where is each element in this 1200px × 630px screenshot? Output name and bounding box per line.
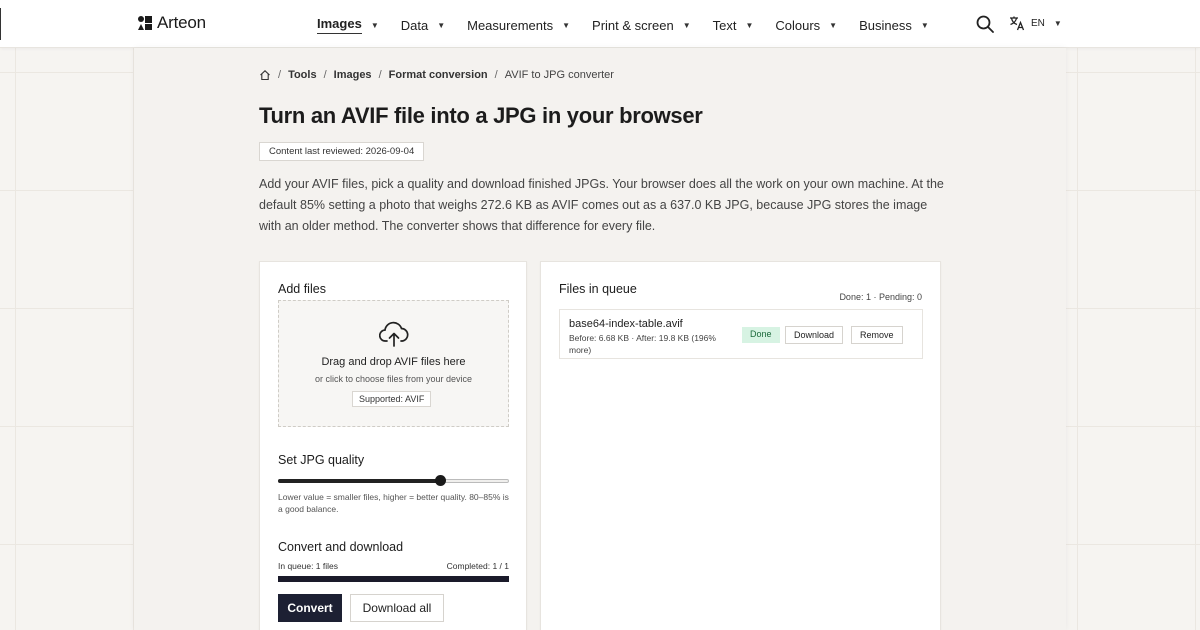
- supported-formats-chip: Supported: AVIF: [352, 391, 432, 407]
- intro-paragraph: Add your AVIF files, pick a quality and …: [259, 177, 944, 233]
- file-dropzone[interactable]: Drag and drop AVIF files here or click t…: [278, 300, 509, 427]
- queue-title: Files in queue: [559, 282, 637, 296]
- menu-label: Print & screen: [592, 17, 674, 33]
- quality-hint: Lower value = smaller files, higher = be…: [278, 492, 509, 514]
- completed-count: Completed: 1 / 1: [446, 561, 509, 571]
- download-file-button[interactable]: Download: [785, 326, 844, 344]
- queue-panel: Files in queue Done: 1 · Pending: 0 base…: [540, 261, 941, 630]
- add-files-title: Add files: [278, 282, 326, 296]
- breadcrumb: / Tools / Images / Format conversion / A…: [259, 69, 614, 81]
- caret-down-icon: ▼: [437, 20, 446, 30]
- top-navigation: Arteon Images ▼ Data ▼ Measurements ▼ Pr…: [0, 0, 1200, 48]
- main-content: / Tools / Images / Format conversion / A…: [134, 48, 1066, 630]
- breadcrumb-separator: /: [278, 69, 282, 81]
- status-badge: Done: [742, 327, 780, 343]
- translate-icon: [1010, 16, 1025, 31]
- menu-label: Data: [400, 17, 429, 33]
- search-icon[interactable]: [976, 15, 994, 33]
- menu-item-measurements[interactable]: Measurements ▼: [467, 16, 570, 34]
- slider-thumb[interactable]: [434, 475, 446, 486]
- progress-bar: [278, 576, 509, 582]
- dropzone-title: Drag and drop AVIF files here: [321, 356, 466, 368]
- queue-counts: Done: 1 · Pending: 0: [839, 292, 922, 302]
- caret-down-icon: ▼: [682, 20, 691, 30]
- convert-title: Convert and download: [278, 540, 404, 554]
- menu-item-print-screen[interactable]: Print & screen ▼: [592, 16, 691, 34]
- breadcrumb-separator: /: [378, 69, 382, 81]
- breadcrumb-link-format-conversion[interactable]: Format conversion: [389, 69, 488, 81]
- language-label: EN: [1031, 17, 1045, 29]
- file-size-meta: Before: 6.68 KB · After: 19.8 KB (196% m…: [569, 333, 716, 355]
- brand-logo[interactable]: Arteon: [137, 13, 206, 33]
- caret-down-icon: ▼: [1053, 18, 1062, 28]
- menu-item-business[interactable]: Business ▼: [859, 16, 929, 34]
- remove-file-button[interactable]: Remove: [851, 326, 903, 344]
- queue-file-row: base64-index-table.avif Before: 6.68 KB …: [559, 309, 923, 359]
- breadcrumb-link-images[interactable]: Images: [334, 69, 372, 81]
- breadcrumb-separator: /: [323, 69, 327, 81]
- language-selector[interactable]: EN ▼: [1009, 15, 1062, 31]
- breadcrumb-link-tools[interactable]: Tools: [288, 69, 317, 81]
- convert-button[interactable]: Convert: [278, 594, 342, 622]
- convert-status-row: In queue: 1 files Completed: 1 / 1: [278, 561, 509, 571]
- menu-item-data[interactable]: Data ▼: [401, 16, 445, 34]
- breadcrumb-current: AVIF to JPG converter: [504, 69, 614, 81]
- cloud-upload-icon: [379, 321, 409, 347]
- menu-label: Images: [317, 16, 362, 34]
- menu-label: Business: [859, 17, 912, 33]
- dropzone-subtitle: or click to choose files from your devic…: [314, 374, 473, 384]
- caret-down-icon: ▼: [562, 20, 571, 30]
- menu-label: Measurements: [467, 17, 554, 33]
- menu-item-colours[interactable]: Colours ▼: [775, 16, 837, 34]
- arteon-logo-icon: [138, 16, 152, 30]
- file-name: base64-index-table.avif: [569, 318, 683, 330]
- caret-down-icon: ▼: [920, 20, 929, 30]
- slider-fill: [278, 479, 440, 483]
- menu-item-images[interactable]: Images ▼: [317, 16, 379, 34]
- download-all-button[interactable]: Download all: [350, 594, 444, 622]
- menu-label: Text: [712, 17, 737, 33]
- caret-down-icon: ▼: [370, 20, 379, 30]
- caret-down-icon: ▼: [829, 20, 838, 30]
- quality-slider[interactable]: [278, 475, 509, 487]
- caret-down-icon: ▼: [745, 20, 754, 30]
- reviewed-badge: Content last reviewed: 2026-09-04: [259, 142, 425, 161]
- queue-count: In queue: 1 files: [278, 561, 339, 571]
- window-edge: [0, 8, 1, 40]
- main-menu: Images ▼ Data ▼ Measurements ▼ Print & s…: [317, 16, 951, 34]
- menu-item-text[interactable]: Text ▼: [713, 16, 754, 34]
- breadcrumb-separator: /: [494, 69, 498, 81]
- home-icon[interactable]: [259, 69, 271, 81]
- progress-fill: [278, 576, 509, 582]
- brand-name: Arteon: [157, 13, 206, 32]
- menu-label: Colours: [775, 17, 821, 33]
- quality-title: Set JPG quality: [278, 453, 365, 467]
- page-title: Turn an AVIF file into a JPG in your bro…: [259, 103, 703, 128]
- converter-panel: Add files Drag and drop AVIF files here …: [259, 261, 527, 630]
